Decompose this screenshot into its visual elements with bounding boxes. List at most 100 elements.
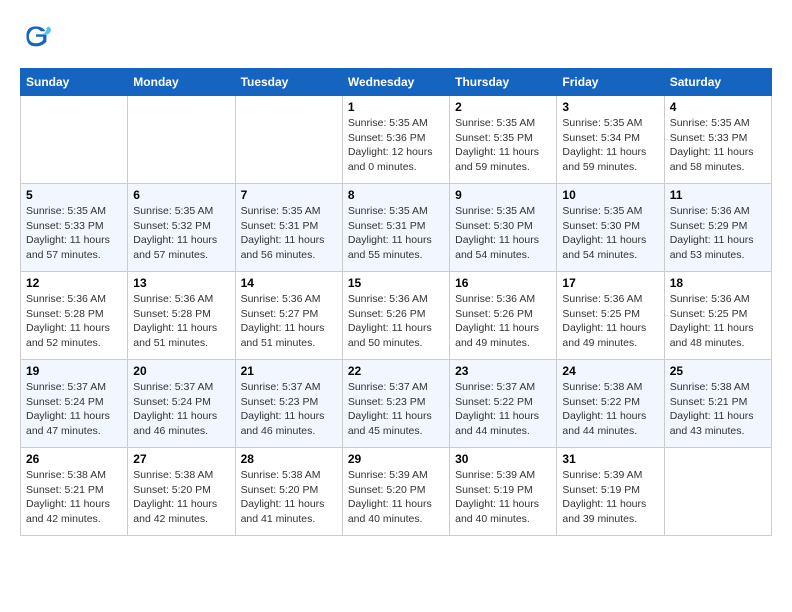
calendar-cell-4-2: 20 Sunrise: 5:37 AM Sunset: 5:24 PM Dayli… — [128, 360, 235, 448]
day-info: Sunrise: 5:37 AM Sunset: 5:22 PM Dayligh… — [455, 380, 551, 439]
day-number: 21 — [241, 364, 337, 378]
day-number: 26 — [26, 452, 122, 466]
calendar-cell-2-4: 8 Sunrise: 5:35 AM Sunset: 5:31 PM Daylig… — [342, 184, 449, 272]
day-number: 3 — [562, 100, 658, 114]
day-number: 1 — [348, 100, 444, 114]
calendar-cell-2-5: 9 Sunrise: 5:35 AM Sunset: 5:30 PM Daylig… — [450, 184, 557, 272]
day-number: 16 — [455, 276, 551, 290]
calendar-cell-1-4: 1 Sunrise: 5:35 AM Sunset: 5:36 PM Daylig… — [342, 96, 449, 184]
day-number: 8 — [348, 188, 444, 202]
calendar-cell-5-2: 27 Sunrise: 5:38 AM Sunset: 5:20 PM Dayli… — [128, 448, 235, 536]
calendar-week-1: 1 Sunrise: 5:35 AM Sunset: 5:36 PM Daylig… — [21, 96, 772, 184]
day-number: 23 — [455, 364, 551, 378]
day-info: Sunrise: 5:35 AM Sunset: 5:33 PM Dayligh… — [670, 116, 766, 175]
day-info: Sunrise: 5:35 AM Sunset: 5:33 PM Dayligh… — [26, 204, 122, 263]
calendar-cell-2-2: 6 Sunrise: 5:35 AM Sunset: 5:32 PM Daylig… — [128, 184, 235, 272]
calendar-cell-3-7: 18Sunrise: 5:36 AM Sunset: 5:25 PM Dayli… — [664, 272, 771, 360]
day-info: Sunrise: 5:35 AM Sunset: 5:31 PM Dayligh… — [348, 204, 444, 263]
day-number: 29 — [348, 452, 444, 466]
day-number: 28 — [241, 452, 337, 466]
day-info: Sunrise: 5:38 AM Sunset: 5:22 PM Dayligh… — [562, 380, 658, 439]
day-number: 30 — [455, 452, 551, 466]
calendar-cell-1-5: 2Sunrise: 5:35 AM Sunset: 5:35 PM Daylig… — [450, 96, 557, 184]
day-info: Sunrise: 5:35 AM Sunset: 5:30 PM Dayligh… — [562, 204, 658, 263]
calendar-cell-4-6: 24 Sunrise: 5:38 AM Sunset: 5:22 PM Dayli… — [557, 360, 664, 448]
day-number: 7 — [241, 188, 337, 202]
calendar-cell-3-4: 15 Sunrise: 5:36 AM Sunset: 5:26 PM Dayli… — [342, 272, 449, 360]
calendar-week-5: 26Sunrise: 5:38 AM Sunset: 5:21 PM Dayli… — [21, 448, 772, 536]
day-number: 17 — [562, 276, 658, 290]
calendar-cell-3-2: 13 Sunrise: 5:36 AM Sunset: 5:28 PM Dayli… — [128, 272, 235, 360]
calendar-cell-3-3: 14 Sunrise: 5:36 AM Sunset: 5:27 PM Dayli… — [235, 272, 342, 360]
calendar-week-3: 12Sunrise: 5:36 AM Sunset: 5:28 PM Dayli… — [21, 272, 772, 360]
day-number: 31 — [562, 452, 658, 466]
calendar-cell-4-4: 22 Sunrise: 5:37 AM Sunset: 5:23 PM Dayli… — [342, 360, 449, 448]
day-number: 6 — [133, 188, 229, 202]
day-number: 11 — [670, 188, 766, 202]
day-info: Sunrise: 5:35 AM Sunset: 5:32 PM Dayligh… — [133, 204, 229, 263]
day-number: 5 — [26, 188, 122, 202]
calendar-cell-2-7: 11 Sunrise: 5:36 AM Sunset: 5:29 PM Dayli… — [664, 184, 771, 272]
calendar-cell-3-1: 12Sunrise: 5:36 AM Sunset: 5:28 PM Dayli… — [21, 272, 128, 360]
calendar-table: SundayMondayTuesdayWednesdayThursdayFrid… — [20, 68, 772, 536]
calendar-cell-5-7 — [664, 448, 771, 536]
day-info: Sunrise: 5:38 AM Sunset: 5:21 PM Dayligh… — [670, 380, 766, 439]
calendar-header-row: SundayMondayTuesdayWednesdayThursdayFrid… — [21, 69, 772, 96]
header-saturday: Saturday — [664, 69, 771, 96]
day-number: 27 — [133, 452, 229, 466]
day-number: 20 — [133, 364, 229, 378]
day-info: Sunrise: 5:39 AM Sunset: 5:20 PM Dayligh… — [348, 468, 444, 527]
day-info: Sunrise: 5:37 AM Sunset: 5:24 PM Dayligh… — [26, 380, 122, 439]
day-info: Sunrise: 5:37 AM Sunset: 5:23 PM Dayligh… — [241, 380, 337, 439]
day-info: Sunrise: 5:37 AM Sunset: 5:23 PM Dayligh… — [348, 380, 444, 439]
day-info: Sunrise: 5:37 AM Sunset: 5:24 PM Dayligh… — [133, 380, 229, 439]
day-info: Sunrise: 5:35 AM Sunset: 5:35 PM Dayligh… — [455, 116, 551, 175]
day-info: Sunrise: 5:39 AM Sunset: 5:19 PM Dayligh… — [562, 468, 658, 527]
day-info: Sunrise: 5:39 AM Sunset: 5:19 PM Dayligh… — [455, 468, 551, 527]
day-info: Sunrise: 5:35 AM Sunset: 5:31 PM Dayligh… — [241, 204, 337, 263]
calendar-cell-4-1: 19 Sunrise: 5:37 AM Sunset: 5:24 PM Dayli… — [21, 360, 128, 448]
calendar-week-4: 19 Sunrise: 5:37 AM Sunset: 5:24 PM Dayli… — [21, 360, 772, 448]
calendar-cell-5-5: 30 Sunrise: 5:39 AM Sunset: 5:19 PM Dayli… — [450, 448, 557, 536]
calendar-week-2: 5 Sunrise: 5:35 AM Sunset: 5:33 PM Daylig… — [21, 184, 772, 272]
day-number: 4 — [670, 100, 766, 114]
day-info: Sunrise: 5:38 AM Sunset: 5:20 PM Dayligh… — [133, 468, 229, 527]
calendar-cell-5-6: 31 Sunrise: 5:39 AM Sunset: 5:19 PM Dayli… — [557, 448, 664, 536]
calendar-cell-2-1: 5 Sunrise: 5:35 AM Sunset: 5:33 PM Daylig… — [21, 184, 128, 272]
header-friday: Friday — [557, 69, 664, 96]
day-info: Sunrise: 5:36 AM Sunset: 5:26 PM Dayligh… — [455, 292, 551, 351]
day-number: 15 — [348, 276, 444, 290]
calendar-cell-4-5: 23 Sunrise: 5:37 AM Sunset: 5:22 PM Dayli… — [450, 360, 557, 448]
calendar-cell-1-3 — [235, 96, 342, 184]
day-number: 9 — [455, 188, 551, 202]
day-info: Sunrise: 5:35 AM Sunset: 5:30 PM Dayligh… — [455, 204, 551, 263]
day-info: Sunrise: 5:38 AM Sunset: 5:20 PM Dayligh… — [241, 468, 337, 527]
calendar-cell-2-6: 10Sunrise: 5:35 AM Sunset: 5:30 PM Dayli… — [557, 184, 664, 272]
day-info: Sunrise: 5:36 AM Sunset: 5:28 PM Dayligh… — [133, 292, 229, 351]
day-info: Sunrise: 5:35 AM Sunset: 5:34 PM Dayligh… — [562, 116, 658, 175]
header-thursday: Thursday — [450, 69, 557, 96]
header-sunday: Sunday — [21, 69, 128, 96]
calendar-cell-5-1: 26Sunrise: 5:38 AM Sunset: 5:21 PM Dayli… — [21, 448, 128, 536]
day-info: Sunrise: 5:36 AM Sunset: 5:28 PM Dayligh… — [26, 292, 122, 351]
calendar-cell-1-6: 3 Sunrise: 5:35 AM Sunset: 5:34 PM Daylig… — [557, 96, 664, 184]
day-info: Sunrise: 5:36 AM Sunset: 5:27 PM Dayligh… — [241, 292, 337, 351]
day-number: 22 — [348, 364, 444, 378]
calendar-cell-1-7: 4 Sunrise: 5:35 AM Sunset: 5:33 PM Daylig… — [664, 96, 771, 184]
calendar-cell-1-2 — [128, 96, 235, 184]
day-number: 19 — [26, 364, 122, 378]
header-tuesday: Tuesday — [235, 69, 342, 96]
header-wednesday: Wednesday — [342, 69, 449, 96]
day-info: Sunrise: 5:36 AM Sunset: 5:26 PM Dayligh… — [348, 292, 444, 351]
calendar-cell-1-1 — [21, 96, 128, 184]
calendar-cell-2-3: 7 Sunrise: 5:35 AM Sunset: 5:31 PM Daylig… — [235, 184, 342, 272]
calendar-cell-3-5: 16 Sunrise: 5:36 AM Sunset: 5:26 PM Dayli… — [450, 272, 557, 360]
calendar-cell-3-6: 17 Sunrise: 5:36 AM Sunset: 5:25 PM Dayli… — [557, 272, 664, 360]
day-number: 13 — [133, 276, 229, 290]
day-info: Sunrise: 5:36 AM Sunset: 5:25 PM Dayligh… — [562, 292, 658, 351]
day-info: Sunrise: 5:36 AM Sunset: 5:29 PM Dayligh… — [670, 204, 766, 263]
page-header — [20, 20, 772, 52]
day-number: 14 — [241, 276, 337, 290]
day-number: 24 — [562, 364, 658, 378]
day-info: Sunrise: 5:35 AM Sunset: 5:36 PM Dayligh… — [348, 116, 444, 175]
